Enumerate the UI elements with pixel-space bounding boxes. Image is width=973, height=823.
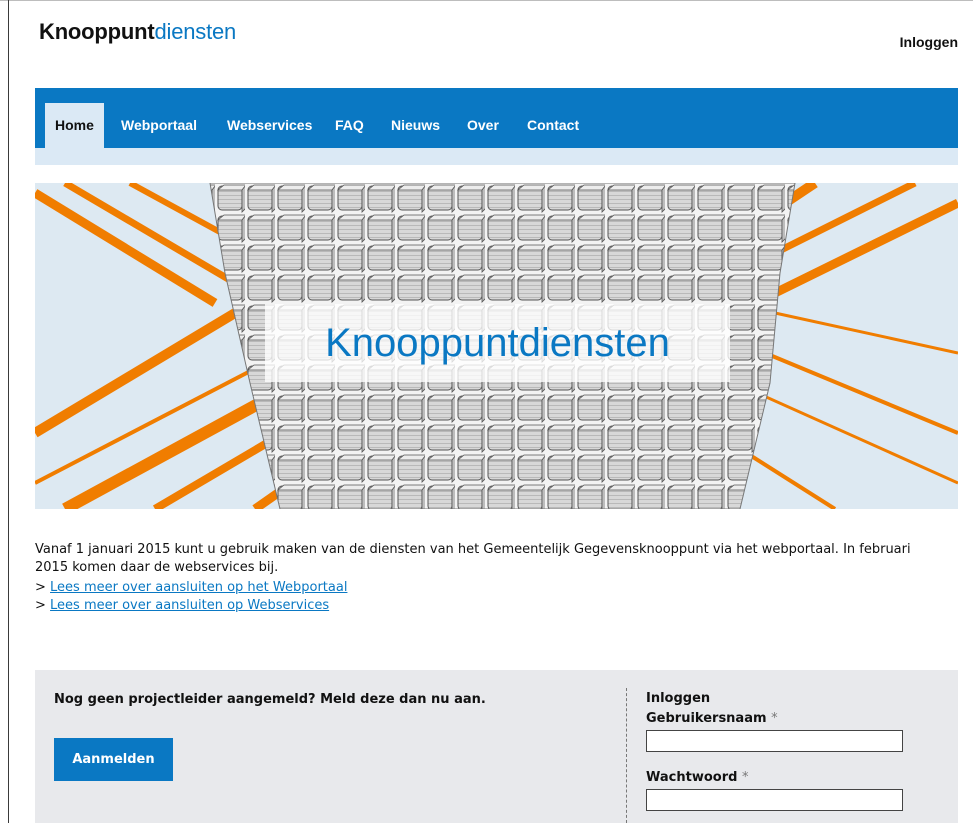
password-input[interactable] [646, 789, 903, 811]
link-row-webportaal: > Lees meer over aansluiten op het Webpo… [35, 579, 945, 597]
panel-divider [626, 688, 627, 823]
nav-home[interactable]: Home [45, 103, 104, 148]
logo-text-knooppunt: Knooppunt [39, 19, 155, 44]
logo-text-diensten: diensten [154, 19, 237, 44]
username-label: Gebruikersnaam * [646, 711, 946, 726]
nav-faq[interactable]: FAQ [335, 103, 364, 148]
password-label-text: Wachtwoord [646, 770, 738, 785]
aanmelden-button[interactable]: Aanmelden [54, 738, 173, 781]
main-navigation: Home Webportaal Webservices FAQ Nieuws O… [35, 88, 958, 148]
nav-subbar [35, 148, 958, 165]
required-mark: * [741, 770, 749, 785]
signup-message: Nog geen projectleider aangemeld? Meld d… [54, 692, 486, 707]
link-webservices[interactable]: Lees meer over aansluiten op Webservices [50, 598, 329, 613]
required-mark: * [771, 711, 778, 726]
link-prefix: > [35, 598, 46, 613]
site-logo[interactable]: Knooppuntdiensten [39, 19, 236, 45]
link-row-webservices: > Lees meer over aansluiten op Webservic… [35, 597, 945, 615]
nav-over[interactable]: Over [467, 103, 499, 148]
password-label: Wachtwoord * [646, 770, 946, 785]
intro-text: Vanaf 1 januari 2015 kunt u gebruik make… [35, 542, 911, 575]
username-input[interactable] [646, 730, 903, 752]
window-left-edge [8, 0, 9, 823]
nav-nieuws[interactable]: Nieuws [391, 103, 440, 148]
login-form: Inloggen Gebruikersnaam * Wachtwoord * [646, 691, 946, 811]
username-label-text: Gebruikersnaam [646, 711, 767, 726]
link-webportaal[interactable]: Lees meer over aansluiten op het Webport… [50, 580, 347, 595]
window-top-edge [0, 0, 973, 1]
nav-contact[interactable]: Contact [527, 103, 579, 148]
link-prefix: > [35, 580, 46, 595]
hero-banner: Knooppuntdiensten [35, 183, 958, 509]
login-title: Inloggen [646, 691, 711, 706]
intro-section: Vanaf 1 januari 2015 kunt u gebruik make… [35, 541, 945, 615]
signup-login-panel: Nog geen projectleider aangemeld? Meld d… [35, 670, 958, 823]
nav-webportaal[interactable]: Webportaal [121, 103, 197, 148]
nav-webservices[interactable]: Webservices [227, 103, 312, 148]
hero-title: Knooppuntdiensten [325, 321, 670, 365]
hero-title-box: Knooppuntdiensten [265, 304, 730, 382]
login-link[interactable]: Inloggen [900, 34, 958, 50]
